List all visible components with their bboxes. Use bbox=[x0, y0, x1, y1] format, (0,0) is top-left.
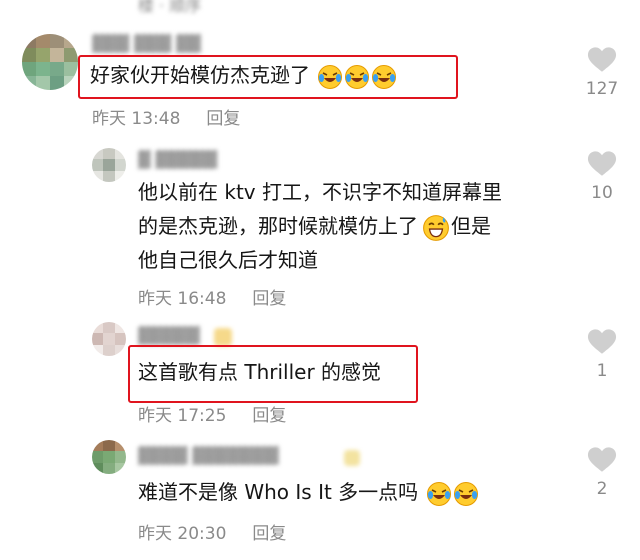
like-button[interactable]: 127 bbox=[580, 46, 624, 99]
comment-meta: 昨天 16:48 回复 bbox=[138, 284, 286, 309]
like-count: 2 bbox=[596, 479, 608, 499]
avatar[interactable] bbox=[92, 148, 126, 182]
laugh-cry-emoji-icon bbox=[345, 64, 370, 89]
reply-button[interactable]: 回复 bbox=[252, 524, 286, 544]
avatar[interactable] bbox=[92, 322, 126, 356]
heart-icon bbox=[587, 447, 617, 472]
comment-meta: 昨天 17:25 回复 bbox=[138, 401, 286, 426]
reply-button[interactable]: 回复 bbox=[206, 109, 240, 129]
like-button[interactable]: 2 bbox=[580, 446, 624, 499]
like-button[interactable]: 10 bbox=[580, 150, 624, 203]
avatar[interactable] bbox=[22, 34, 78, 90]
timestamp: 昨天 17:25 bbox=[138, 406, 227, 426]
badge-icon bbox=[214, 328, 232, 346]
like-count: 10 bbox=[591, 183, 613, 203]
badge-icon bbox=[344, 450, 360, 466]
grin-sweat-emoji-icon bbox=[423, 214, 449, 241]
reply-button[interactable]: 回复 bbox=[252, 289, 286, 309]
like-button[interactable]: 1 bbox=[580, 328, 624, 381]
timestamp: 昨天 13:48 bbox=[92, 109, 181, 129]
heart-icon bbox=[587, 151, 617, 176]
laugh-cry-emoji-icon bbox=[372, 64, 397, 89]
username: ▓ ▓▓▓▓▓ bbox=[138, 150, 217, 169]
comment-text: 好家伙开始模仿杰克逊了 bbox=[90, 58, 397, 92]
avatar[interactable] bbox=[92, 440, 126, 474]
comment-text: 他以前在 ktv 打工，不识字不知道屏幕里 的是杰克逊，那时候就模仿上了 但是 他… bbox=[138, 180, 502, 272]
comment-text: 难道不是像 Who Is It 多一点吗 bbox=[138, 475, 479, 509]
timestamp: 昨天 16:48 bbox=[138, 289, 227, 309]
username: ▓▓▓ ▓▓▓ ▓▓ bbox=[92, 34, 201, 53]
timestamp: 昨天 20:30 bbox=[138, 524, 227, 544]
like-count: 1 bbox=[596, 361, 608, 381]
like-count: 127 bbox=[585, 79, 619, 99]
heart-icon bbox=[587, 329, 617, 354]
reply-button[interactable]: 回复 bbox=[252, 406, 286, 426]
heart-icon bbox=[587, 47, 617, 72]
comment-meta: 昨天 20:30 回复 bbox=[138, 519, 286, 544]
laugh-cry-emoji-icon bbox=[453, 481, 478, 506]
laugh-cry-emoji-icon bbox=[426, 481, 451, 506]
laugh-cry-emoji-icon bbox=[318, 64, 343, 89]
comment-meta: 昨天 13:48 回复 bbox=[92, 104, 240, 129]
username: ▓▓▓▓▓ bbox=[138, 326, 200, 345]
username: ▓▓▓▓ ▓▓▓▓▓▓▓ bbox=[138, 446, 279, 465]
comment-text: 这首歌有点 Thriller 的感觉 bbox=[138, 360, 382, 384]
previous-comment-fragment: 楼 · 顺序 bbox=[138, 0, 202, 15]
